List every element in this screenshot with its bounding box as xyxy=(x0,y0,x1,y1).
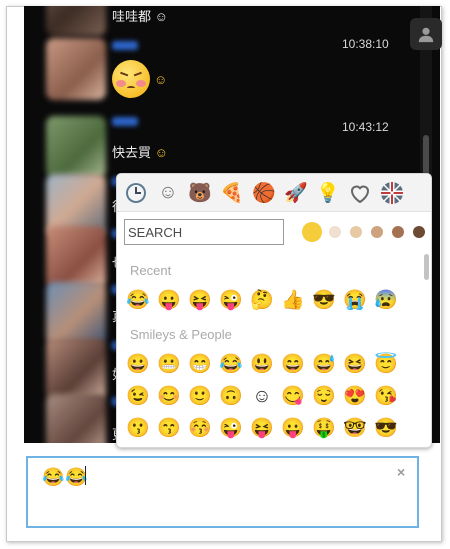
emoji-item[interactable]: 😎 xyxy=(373,416,399,442)
avatar xyxy=(46,394,106,443)
emoji-item[interactable]: 🤔 xyxy=(249,288,275,314)
recent-clock-icon[interactable] xyxy=(121,178,151,208)
avatar xyxy=(46,6,106,36)
emoji-item[interactable]: 😝 xyxy=(249,416,275,442)
skin-tone-option[interactable] xyxy=(413,226,425,238)
sender-name xyxy=(112,117,138,126)
text-caret xyxy=(85,466,86,485)
activity-icon[interactable]: 🏀 xyxy=(249,178,279,208)
smileys-section-label: Smileys & People xyxy=(130,327,232,342)
emoji-item[interactable]: 😇 xyxy=(373,352,399,378)
skin-tone-option[interactable] xyxy=(350,226,362,238)
avatar xyxy=(46,38,106,100)
emoji-item[interactable]: 😙 xyxy=(156,416,182,442)
clear-input-button[interactable]: × xyxy=(397,464,405,480)
emoji-item[interactable]: 👍 xyxy=(280,288,306,314)
emoji-item[interactable]: ☺ xyxy=(249,384,275,410)
recent-emoji-row: 😂 😛 😝 😜 🤔 👍 😎 😭 😰 xyxy=(125,288,404,314)
emoji-item[interactable]: 😛 xyxy=(156,288,182,314)
emoji-item[interactable]: 😂 xyxy=(218,352,244,378)
animals-icon[interactable]: 🐻 xyxy=(185,178,215,208)
skin-tone-option[interactable] xyxy=(371,226,383,238)
emoji-item[interactable]: 😗 xyxy=(125,416,151,442)
emoji-item[interactable]: 😂 xyxy=(125,288,151,314)
typed-emoji: 😂 xyxy=(42,467,65,487)
emoji-item[interactable]: 😝 xyxy=(187,288,213,314)
emoji-search-input[interactable] xyxy=(124,219,284,245)
sender-name xyxy=(112,41,138,50)
emoji-picker: ☺ 🐻 🍕 🏀 🚀 💡 Recent 😂 😛 😝 😜 🤔 👍 😎 😭 😰 xyxy=(116,173,432,448)
emoji-item[interactable]: 😜 xyxy=(218,288,244,314)
avatar xyxy=(46,116,106,178)
emoji-item[interactable]: 🙂 xyxy=(187,384,213,410)
emoji-item[interactable]: 😘 xyxy=(373,384,399,410)
emoji-item[interactable]: 😌 xyxy=(311,384,337,410)
skin-tone-option[interactable] xyxy=(329,226,341,238)
chat-message: 10:38:10 ☺ xyxy=(24,37,414,108)
emoji-item[interactable]: 😊 xyxy=(156,384,182,410)
smileys-emoji-row: 😗 😙 😚 😜 😝 😛 🤑 🤓 😎 xyxy=(125,416,404,442)
skin-tone-option[interactable] xyxy=(392,226,404,238)
chat-message: 哇哇都 ☺ xyxy=(24,6,414,36)
emoji-item[interactable]: 😅 xyxy=(311,352,337,378)
flags-icon[interactable] xyxy=(377,178,407,208)
emoji-item[interactable]: 😃 xyxy=(249,352,275,378)
user-profile-button[interactable] xyxy=(410,18,442,50)
smile-emoji: ☺ xyxy=(154,72,168,87)
emoji-item[interactable]: 😰 xyxy=(373,288,399,314)
message-text: 快去買 xyxy=(112,145,152,160)
emoji-item[interactable]: 😭 xyxy=(342,288,368,314)
smileys-emoji-row: 😀 😬 😁 😂 😃 😄 😅 😆 😇 xyxy=(125,352,404,378)
emoji-item[interactable]: 😋 xyxy=(280,384,306,410)
travel-icon[interactable]: 🚀 xyxy=(281,178,311,208)
message-input[interactable]: 😂 😂 × xyxy=(26,456,419,528)
emoji-item[interactable]: 😉 xyxy=(125,384,151,410)
smileys-icon[interactable]: ☺ xyxy=(153,178,183,208)
emoji-category-bar: ☺ 🐻 🍕 🏀 🚀 💡 xyxy=(117,174,431,212)
symbols-icon[interactable] xyxy=(345,178,375,208)
objects-icon[interactable]: 💡 xyxy=(313,178,343,208)
emoji-item[interactable]: 😬 xyxy=(156,352,182,378)
user-icon xyxy=(418,27,434,43)
skin-tone-selector xyxy=(302,222,431,242)
emoji-item[interactable]: 😁 xyxy=(187,352,213,378)
picker-scrollbar[interactable] xyxy=(424,254,429,280)
smileys-emoji-row: 😉 😊 🙂 🙃 ☺ 😋 😌 😍 😘 xyxy=(125,384,404,410)
skin-tone-option[interactable] xyxy=(302,222,322,242)
emoji-item[interactable]: 😆 xyxy=(342,352,368,378)
emoji-item[interactable]: 😜 xyxy=(218,416,244,442)
emoji-item[interactable]: 😚 xyxy=(187,416,213,442)
emoji-item[interactable]: 🤓 xyxy=(342,416,368,442)
emoji-item[interactable]: 😎 xyxy=(311,288,337,314)
emoji-item[interactable]: 🤑 xyxy=(311,416,337,442)
emoji-item[interactable]: 🙃 xyxy=(218,384,244,410)
message-time: 10:38:10 xyxy=(342,37,389,51)
recent-section-label: Recent xyxy=(130,263,172,278)
food-icon[interactable]: 🍕 xyxy=(217,178,247,208)
avatar xyxy=(46,226,106,288)
emoji-item[interactable]: 😛 xyxy=(280,416,306,442)
emoji-item[interactable]: 😍 xyxy=(342,384,368,410)
message-text: 哇哇都 ☺ xyxy=(112,9,168,24)
emoji-item[interactable]: 😀 xyxy=(125,352,151,378)
avatar xyxy=(46,282,106,344)
persevering-face-emoji xyxy=(112,60,150,98)
smile-emoji: ☺ xyxy=(154,145,168,160)
avatar xyxy=(46,338,106,400)
emoji-item[interactable]: 😄 xyxy=(280,352,306,378)
message-time: 10:43:12 xyxy=(342,120,389,134)
